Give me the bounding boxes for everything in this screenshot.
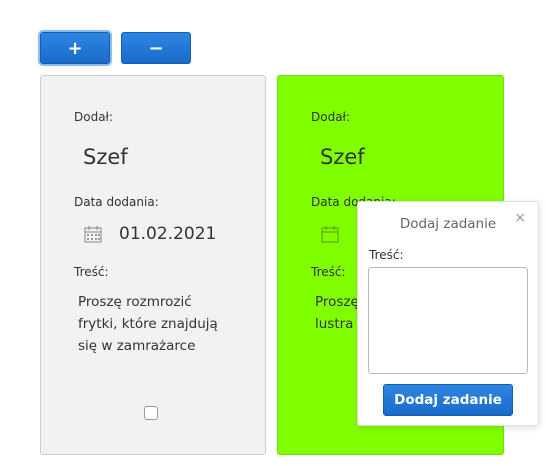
author-label: Dodał: [311,110,351,124]
content-line: się w zamrażarce [78,338,196,354]
dialog-title: Dodaj zadanie [399,216,497,232]
task-card: Dodał: Szef Data dodania: 01.02.2021 Tre… [40,75,266,455]
calendar-icon [321,226,339,243]
content-label: Treść: [311,265,346,279]
content-line: Proszę rozmrozić [78,294,192,310]
plus-icon: + [67,37,83,59]
add-task-dialog: Dodaj zadanie × Treść: Dodaj zadanie [357,201,539,426]
author-value: Szef [83,145,128,169]
date-label: Data dodania: [74,195,159,209]
calendar-icon [84,226,102,243]
content-line: frytki, które znajdują [78,316,218,332]
dialog-content-label: Treść: [369,248,404,262]
author-label: Dodał: [74,110,114,124]
task-content-textarea[interactable] [368,267,528,374]
minus-icon: − [148,37,164,59]
close-icon[interactable]: × [514,210,526,226]
content-text: Proszę rozmrozić frytki, które znajdują … [78,291,228,357]
add-task-button[interactable]: + [40,32,110,64]
done-checkbox[interactable] [144,406,158,420]
remove-task-button[interactable]: − [121,32,191,64]
date-value: 01.02.2021 [119,224,217,244]
page: + − Dodał: Szef Data dodania: 01.02.2021… [0,0,546,466]
content-label: Treść: [74,265,109,279]
submit-task-button[interactable]: Dodaj zadanie [383,384,513,416]
date-row: 01.02.2021 [84,224,216,244]
author-value: Szef [320,145,365,169]
